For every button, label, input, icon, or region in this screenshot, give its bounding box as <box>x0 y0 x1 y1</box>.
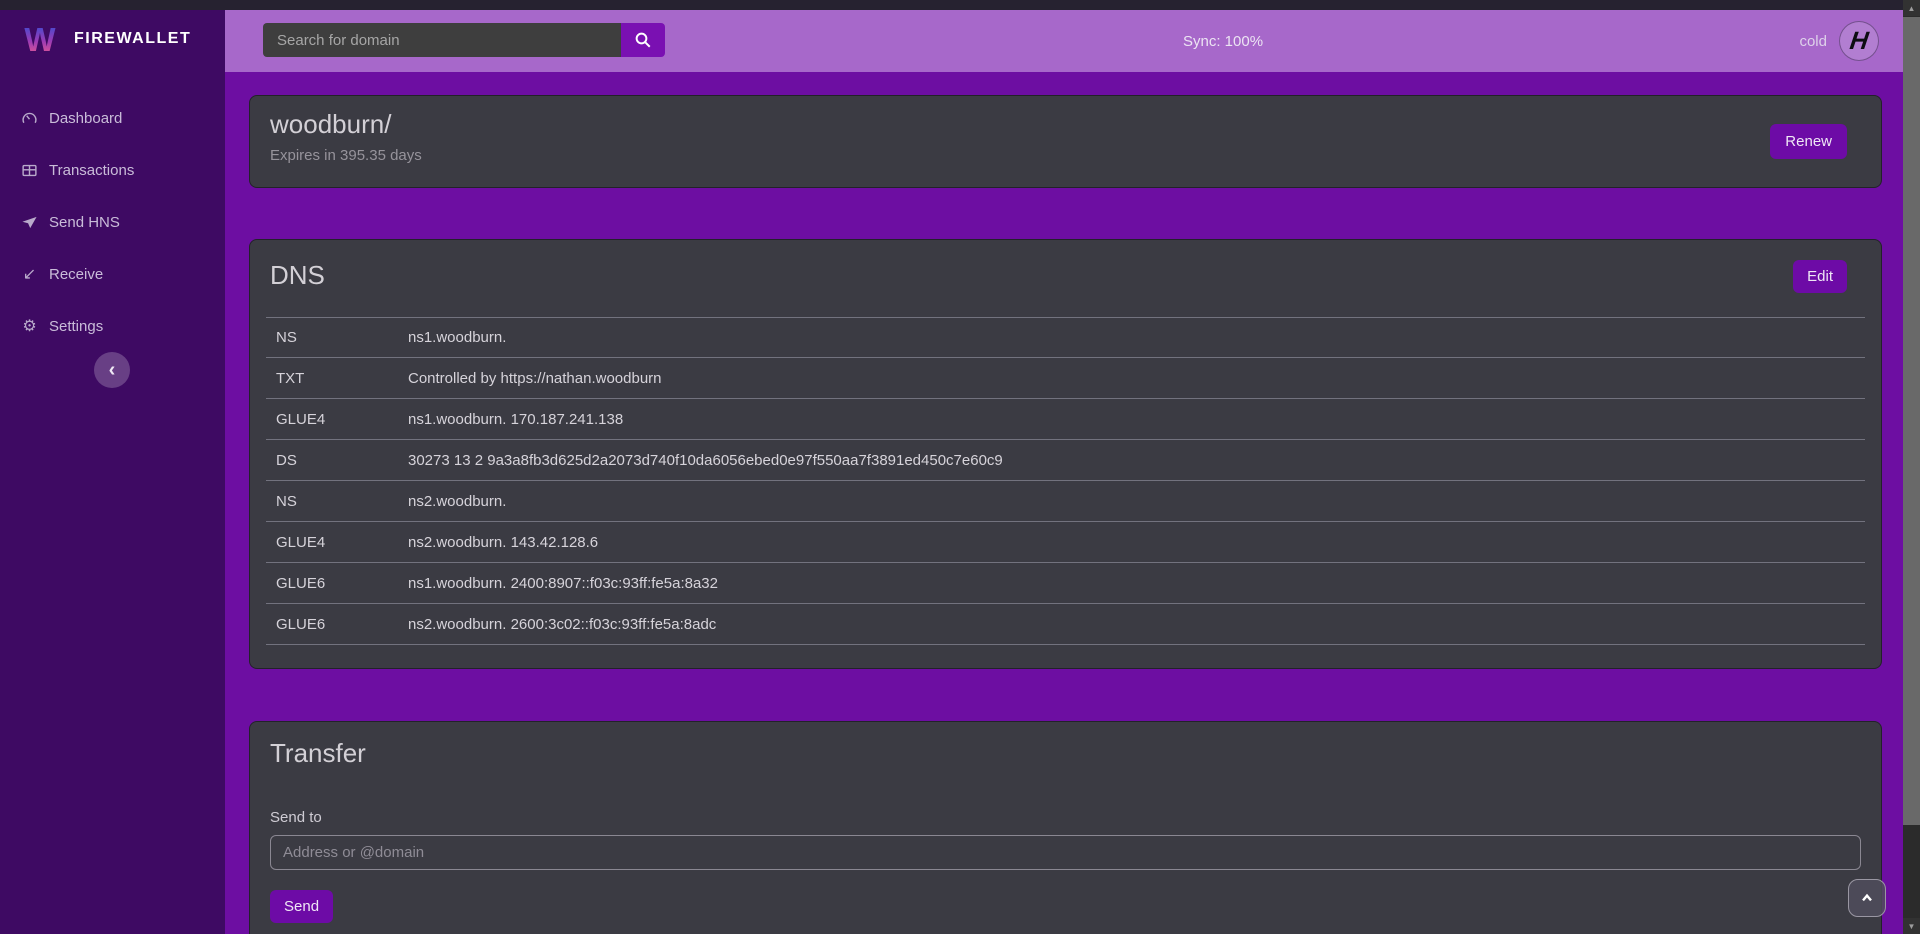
dns-title: DNS <box>270 260 325 291</box>
topbar: Sync: 100% cold H <box>225 10 1903 72</box>
sidebar-item-label: Transactions <box>49 162 134 179</box>
edit-dns-button[interactable]: Edit <box>1793 260 1847 293</box>
sidebar-item-send-hns[interactable]: Send HNS <box>0 196 225 248</box>
dns-records-table: NS ns1.woodburn. TXT Controlled by https… <box>266 317 1865 645</box>
search-input[interactable] <box>263 23 621 57</box>
scrollbar-thumb[interactable] <box>1903 17 1920 825</box>
scrollbar-up-arrow-icon[interactable]: ▲ <box>1903 0 1920 16</box>
window-top-strip <box>0 0 1920 10</box>
sidebar-item-label: Send HNS <box>49 214 120 231</box>
dns-record-type: DS <box>266 452 408 469</box>
app-title: FIREWALLET <box>74 30 191 48</box>
dns-record-value: ns1.woodburn. 170.187.241.138 <box>408 411 1865 428</box>
scroll-to-top-button[interactable] <box>1848 879 1886 917</box>
dns-record-type: NS <box>266 329 408 346</box>
sidebar-item-transactions[interactable]: Transactions <box>0 144 225 196</box>
sidebar-item-label: Settings <box>49 318 103 335</box>
sidebar-item-receive[interactable]: ↙ Receive <box>0 248 225 300</box>
dns-record-row[interactable]: NS ns2.woodburn. <box>266 481 1865 522</box>
dns-record-row[interactable]: NS ns1.woodburn. <box>266 317 1865 358</box>
sync-status: Sync: 100% <box>1183 10 1263 72</box>
domain-expiry-text: Expires in 395.35 days <box>270 147 1861 164</box>
transfer-title: Transfer <box>270 738 1861 769</box>
app-logo[interactable]: W FIREWALLET <box>0 0 225 68</box>
dns-record-row[interactable]: TXT Controlled by https://nathan.woodbur… <box>266 358 1865 399</box>
domain-name-title: woodburn/ <box>270 109 1861 140</box>
svg-text:W: W <box>24 21 56 58</box>
dns-record-type: NS <box>266 493 408 510</box>
dns-record-value: ns1.woodburn. 2400:8907::f03c:93ff:fe5a:… <box>408 575 1865 592</box>
firewallet-logo-icon: W <box>18 20 62 58</box>
vertical-scrollbar[interactable]: ▲ ▼ <box>1903 0 1920 934</box>
search-button[interactable] <box>621 23 665 57</box>
dns-record-type: TXT <box>266 370 408 387</box>
sidebar: W FIREWALLET Dashboard Transactions <box>0 0 225 934</box>
send-to-label: Send to <box>270 809 1861 826</box>
transfer-card: Transfer Send to Send <box>249 721 1882 934</box>
dns-record-value: ns2.woodburn. 2600:3c02::f03c:93ff:fe5a:… <box>408 616 1865 633</box>
dns-record-row[interactable]: GLUE4 ns2.woodburn. 143.42.128.6 <box>266 522 1865 563</box>
domain-search <box>263 23 665 57</box>
scrollbar-down-arrow-icon[interactable]: ▼ <box>1903 918 1920 934</box>
dns-record-type: GLUE4 <box>266 534 408 551</box>
chevron-up-icon <box>1859 890 1875 906</box>
dns-record-value: Controlled by https://nathan.woodburn <box>408 370 1865 387</box>
table-icon <box>20 161 39 180</box>
dns-record-value: ns2.woodburn. 143.42.128.6 <box>408 534 1865 551</box>
sidebar-item-label: Receive <box>49 266 103 283</box>
transfer-address-input[interactable] <box>270 835 1861 870</box>
send-button[interactable]: Send <box>270 890 333 923</box>
gear-icon: ⚙ <box>20 317 39 336</box>
sidebar-item-dashboard[interactable]: Dashboard <box>0 92 225 144</box>
dns-record-row[interactable]: DS 30273 13 2 9a3a8fb3d625d2a2073d740f10… <box>266 440 1865 481</box>
dns-record-type: GLUE4 <box>266 411 408 428</box>
handshake-logo-icon[interactable]: H <box>1839 21 1879 61</box>
search-icon <box>634 31 652 49</box>
sidebar-item-label: Dashboard <box>49 110 122 127</box>
gauge-icon <box>20 109 39 128</box>
sidebar-collapse-button[interactable]: ‹ <box>94 352 130 388</box>
dns-record-value: 30273 13 2 9a3a8fb3d625d2a2073d740f10da6… <box>408 452 1865 469</box>
sidebar-item-settings[interactable]: ⚙ Settings <box>0 300 225 352</box>
dns-record-type: GLUE6 <box>266 616 408 633</box>
dns-record-row[interactable]: GLUE6 ns2.woodburn. 2600:3c02::f03c:93ff… <box>266 604 1865 645</box>
dns-record-row[interactable]: GLUE4 ns1.woodburn. 170.187.241.138 <box>266 399 1865 440</box>
dns-record-row[interactable]: GLUE6 ns1.woodburn. 2400:8907::f03c:93ff… <box>266 563 1865 604</box>
arrow-down-left-icon: ↙ <box>20 265 39 284</box>
dns-record-value: ns2.woodburn. <box>408 493 1865 510</box>
sidebar-nav: Dashboard Transactions Send HNS ↙ Receiv… <box>0 92 225 352</box>
dns-card: DNS Edit NS ns1.woodburn. TXT Controlled… <box>249 239 1882 669</box>
dns-record-type: GLUE6 <box>266 575 408 592</box>
app-window: W FIREWALLET Dashboard Transactions <box>0 0 1920 934</box>
dns-record-value: ns1.woodburn. <box>408 329 1865 346</box>
paper-plane-icon <box>20 213 39 232</box>
main-content: woodburn/ Expires in 395.35 days Renew D… <box>225 72 1903 934</box>
renew-button[interactable]: Renew <box>1770 124 1847 159</box>
topbar-right: cold H <box>1799 10 1879 72</box>
wallet-name-label: cold <box>1799 33 1827 50</box>
domain-header-card: woodburn/ Expires in 395.35 days Renew <box>249 95 1882 188</box>
chevron-left-icon: ‹ <box>109 360 116 380</box>
